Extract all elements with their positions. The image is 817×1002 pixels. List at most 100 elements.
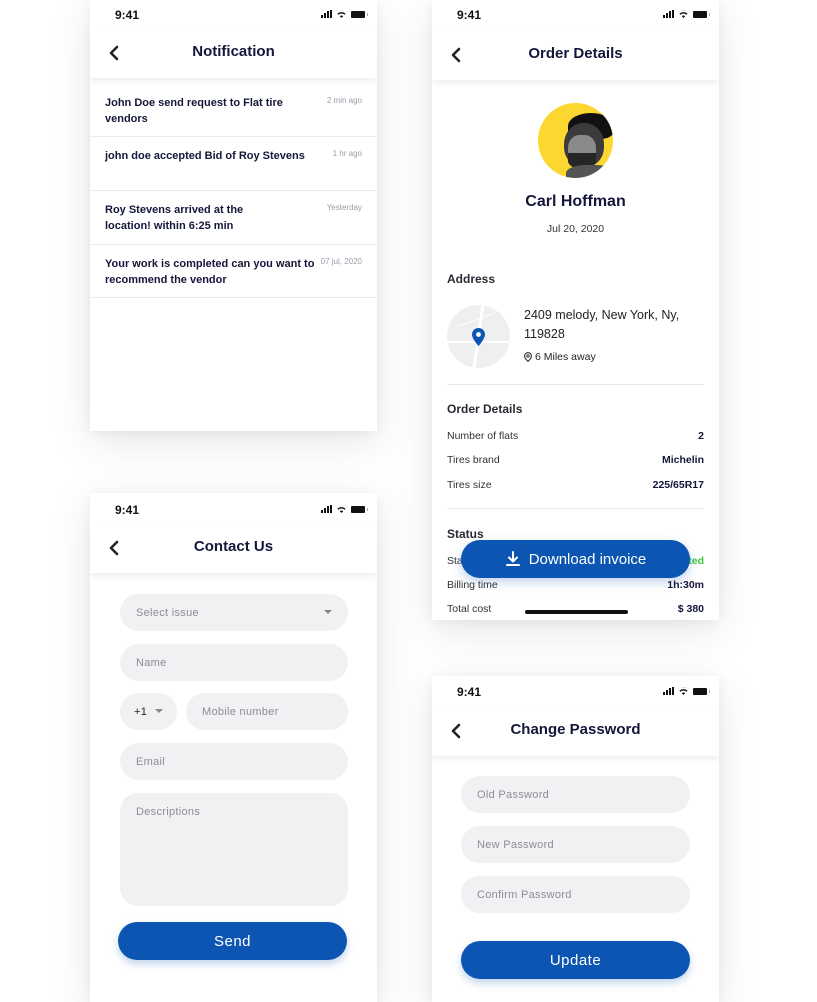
status-bar: 9:41 <box>432 0 719 30</box>
notification-item[interactable]: john doe accepted Bid of Roy Stevens 1 h… <box>90 137 377 191</box>
order-details-screen: 9:41 Order Details Carl Hoffman Jul 20, … <box>432 0 719 620</box>
wifi-icon <box>336 10 347 18</box>
change-password-screen: 9:41 Change Password Old Password New Pa… <box>432 676 719 1002</box>
confirm-password-input[interactable]: Confirm Password <box>461 876 690 913</box>
status-bar: 9:41 <box>90 0 377 30</box>
row-label: Billing time <box>447 579 498 591</box>
order-details-label: Order Details <box>447 402 523 416</box>
status-label: Status <box>447 527 484 541</box>
update-button-label: Update <box>549 951 602 969</box>
battery-icon <box>693 10 710 18</box>
confirm-password-placeholder: Confirm Password <box>477 888 572 901</box>
email-placeholder: Email <box>136 755 166 768</box>
row-value: $ 380 <box>677 603 704 615</box>
notification-message: john doe accepted Bid of Roy Stevens <box>105 150 305 162</box>
status-time: 9:41 <box>457 8 482 22</box>
row-value: 1h:30m <box>667 579 704 591</box>
notification-item[interactable]: Your work is completed can you want to r… <box>90 245 377 298</box>
notification-message: John Doe send request to Flat tire vendo… <box>105 97 283 125</box>
map-pin-icon <box>472 328 485 346</box>
battery-icon <box>693 687 710 695</box>
update-button[interactable]: Update <box>461 941 690 979</box>
caret-down-icon <box>155 709 163 713</box>
status-bar: 9:41 <box>90 493 377 523</box>
order-detail-row: Number of flats 2 <box>447 430 704 442</box>
signal-icon <box>321 10 332 18</box>
wifi-icon <box>336 505 347 513</box>
app-header: Contact Us <box>90 523 377 573</box>
descriptions-textarea[interactable]: Descriptions <box>120 793 348 906</box>
app-header: Order Details <box>432 30 719 80</box>
row-label: Number of flats <box>447 430 519 442</box>
page-title: Order Details <box>528 45 623 62</box>
mobile-placeholder: Mobile number <box>202 705 279 718</box>
old-password-placeholder: Old Password <box>477 788 550 801</box>
status-time: 9:41 <box>457 685 482 699</box>
select-issue-placeholder: Select issue <box>136 606 199 619</box>
app-header: Notification <box>90 28 377 78</box>
download-invoice-button[interactable]: Download invoice <box>461 540 690 578</box>
new-password-placeholder: New Password <box>477 838 554 851</box>
page-title: Contact Us <box>193 538 274 555</box>
notification-time: Yesterday <box>326 203 362 212</box>
notification-message: Your work is completed can you want to r… <box>105 258 315 286</box>
status-time: 9:41 <box>115 8 140 22</box>
notification-time: 07 jul, 2020 <box>320 257 362 266</box>
location-pin-icon <box>524 352 532 362</box>
status-time: 9:41 <box>115 503 140 517</box>
country-code-value: +1 <box>134 705 148 718</box>
select-issue-dropdown[interactable]: Select issue <box>120 594 348 631</box>
descriptions-placeholder: Descriptions <box>136 806 201 818</box>
notification-item[interactable]: John Doe send request to Flat tire vendo… <box>90 84 377 137</box>
notification-screen: 9:41 Notification John Doe send request … <box>90 0 377 431</box>
battery-icon <box>351 505 368 513</box>
order-date: Jul 20, 2020 <box>546 223 605 235</box>
download-icon <box>505 551 520 566</box>
send-button[interactable]: Send <box>118 922 347 960</box>
mobile-number-input[interactable]: Mobile number <box>186 693 348 730</box>
row-label: Tires brand <box>447 454 500 466</box>
status-row: Billing time 1h:30m <box>447 579 704 591</box>
name-input[interactable]: Name <box>120 644 348 681</box>
notification-item[interactable]: Roy Stevens arrived at the location! wit… <box>90 191 377 245</box>
wifi-icon <box>678 687 689 695</box>
distance-text: 6 Miles away <box>535 351 596 363</box>
battery-icon <box>351 10 368 18</box>
signal-icon <box>663 10 674 18</box>
row-value: 2 <box>698 430 704 442</box>
notification-list: John Doe send request to Flat tire vendo… <box>90 84 377 298</box>
order-detail-row: Tires size 225/65R17 <box>447 479 704 491</box>
page-title: Change Password <box>510 721 641 738</box>
order-detail-row: Tires brand Michelin <box>447 454 704 466</box>
row-label: Total cost <box>447 603 492 615</box>
wifi-icon <box>678 10 689 18</box>
signal-icon <box>321 505 332 513</box>
status-bar: 9:41 <box>432 676 719 706</box>
signal-icon <box>663 687 674 695</box>
page-title: Notification <box>192 43 275 60</box>
distance: 6 Miles away <box>524 351 596 363</box>
home-indicator <box>525 610 628 614</box>
email-input[interactable]: Email <box>120 743 348 780</box>
download-invoice-label: Download invoice <box>528 550 647 568</box>
country-code-select[interactable]: +1 <box>120 693 177 730</box>
map-thumbnail[interactable] <box>447 305 510 368</box>
address-text: 2409 melody, New York, Ny, 119828 <box>524 308 680 341</box>
row-label: Tires size <box>447 479 492 491</box>
row-value: Michelin <box>661 454 704 466</box>
divider <box>447 508 704 509</box>
send-button-label: Send <box>213 932 252 950</box>
contact-us-screen: 9:41 Contact Us Select issue Name +1 Mob… <box>90 493 377 1002</box>
notification-time: 2 min ago <box>326 96 362 105</box>
customer-name: Carl Hoffman <box>525 193 626 210</box>
customer-avatar <box>538 103 613 178</box>
notification-message: Roy Stevens arrived at the location! wit… <box>105 204 244 232</box>
app-header: Change Password <box>432 706 719 756</box>
row-value: 225/65R17 <box>652 479 704 491</box>
old-password-input[interactable]: Old Password <box>461 776 690 813</box>
new-password-input[interactable]: New Password <box>461 826 690 863</box>
caret-down-icon <box>324 610 332 614</box>
divider <box>447 384 704 385</box>
notification-time: 1 hr ago <box>332 149 362 158</box>
name-placeholder: Name <box>136 656 167 669</box>
